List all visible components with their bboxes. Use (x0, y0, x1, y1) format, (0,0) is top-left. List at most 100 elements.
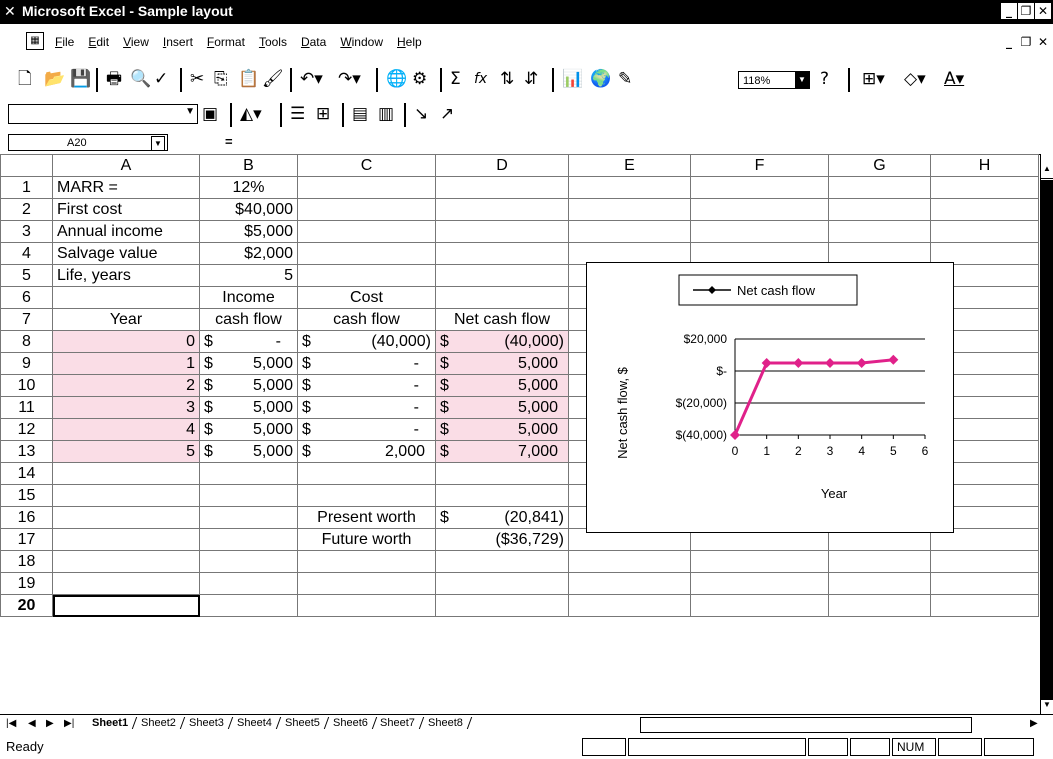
cell[interactable] (828, 198, 931, 221)
chevron-down-icon[interactable]: ▼ (185, 106, 195, 117)
cell[interactable] (930, 220, 1039, 243)
chart-objects-select[interactable]: ▼ (8, 104, 198, 124)
cell[interactable] (690, 594, 829, 617)
cell[interactable] (199, 594, 298, 617)
next-sheet-icon[interactable]: ▶ (46, 718, 54, 729)
chart-wizard-icon[interactable]: 📊 (562, 69, 583, 89)
sheet-tab-sheet5[interactable]: Sheet5 (276, 717, 329, 729)
cell[interactable] (297, 198, 436, 221)
row-header[interactable]: 6 (0, 286, 53, 309)
cell[interactable] (568, 198, 691, 221)
row-header[interactable]: 1 (0, 176, 53, 199)
sheet-tab-sheet6[interactable]: Sheet6 (324, 717, 377, 729)
menu-help[interactable]: Help (397, 35, 422, 49)
cell[interactable] (435, 572, 569, 595)
redo-icon[interactable]: ↷▾ (338, 69, 361, 89)
workbook-minimize-button[interactable]: _ (1001, 34, 1017, 50)
cell[interactable] (297, 242, 436, 265)
edit-formula-button[interactable]: = (225, 134, 233, 149)
copy-icon[interactable]: ⎘ (214, 69, 228, 89)
cell-d9[interactable]: $5,000 (435, 352, 569, 375)
cell[interactable] (199, 528, 298, 551)
cell-c11[interactable]: $ - (297, 396, 436, 419)
row-header[interactable]: 18 (0, 550, 53, 573)
cell[interactable] (690, 220, 829, 243)
cell-b4[interactable]: $2,000 (199, 242, 298, 265)
web-toolbar-icon[interactable]: ⚙ (412, 69, 427, 89)
menu-file[interactable]: File (55, 35, 74, 49)
format-painter-icon[interactable]: 🖌 (262, 69, 284, 89)
cell-d8[interactable]: $ (40,000) (435, 330, 569, 353)
cell[interactable] (690, 176, 829, 199)
column-header-c[interactable]: C (297, 154, 436, 177)
cell-a12[interactable]: 4 (52, 418, 200, 441)
row-header[interactable]: 8 (0, 330, 53, 353)
cell-c16[interactable]: Present worth (297, 506, 436, 529)
format-chart-area-icon[interactable]: ▣ (202, 104, 218, 124)
menu-tools[interactable]: Tools (259, 35, 287, 49)
cell-c6[interactable]: Cost (297, 286, 436, 309)
chevron-down-icon[interactable]: ▼ (151, 136, 165, 151)
cell-d12[interactable]: $5,000 (435, 418, 569, 441)
workbook-icon[interactable]: ▦ (26, 32, 44, 50)
sort-descending-icon[interactable]: ⇵ (524, 69, 538, 89)
data-table-icon[interactable]: ⊞ (316, 104, 330, 124)
restore-button[interactable]: ❐ (1018, 3, 1034, 19)
cell-d1[interactable] (435, 176, 569, 199)
cell[interactable] (435, 220, 569, 243)
prev-sheet-icon[interactable]: ◀ (28, 718, 36, 729)
sheet-tab-sheet1[interactable]: Sheet1 (83, 717, 138, 729)
cell-d16[interactable]: $ (20,841) (435, 506, 569, 529)
cell-b13[interactable]: $5,000 (199, 440, 298, 463)
column-header-d[interactable]: D (435, 154, 569, 177)
cell[interactable] (930, 572, 1039, 595)
map-icon[interactable]: 🌍 (590, 69, 611, 89)
sheet-tab-sheet3[interactable]: Sheet3 (180, 717, 234, 729)
drawing-icon[interactable]: ✎ (618, 69, 632, 89)
cell-b12[interactable]: $5,000 (199, 418, 298, 441)
menu-insert[interactable]: Insert (163, 35, 193, 49)
cell-a10[interactable]: 2 (52, 374, 200, 397)
cell[interactable] (568, 594, 691, 617)
cell[interactable] (828, 220, 931, 243)
cell-a8[interactable]: 0 (52, 330, 200, 353)
cell-c18[interactable] (297, 550, 436, 573)
menu-format[interactable]: Format (207, 35, 245, 49)
cell[interactable] (435, 594, 569, 617)
cell[interactable] (930, 176, 1039, 199)
cell[interactable] (568, 220, 691, 243)
paste-icon[interactable]: 📋 (238, 69, 259, 89)
column-header-f[interactable]: F (690, 154, 829, 177)
cell[interactable] (52, 484, 200, 507)
menu-data[interactable]: Data (301, 35, 326, 49)
by-row-icon[interactable]: ▤ (352, 104, 368, 124)
cell-b1[interactable]: 12% (199, 176, 298, 199)
scroll-thumb[interactable] (1041, 180, 1053, 700)
cell-d17[interactable]: ($36,729) (435, 528, 569, 551)
cell-a3[interactable]: Annual income (52, 220, 200, 243)
cell[interactable] (199, 572, 298, 595)
column-header-a[interactable]: A (52, 154, 200, 177)
last-sheet-icon[interactable]: ▶| (64, 718, 74, 729)
row-header[interactable]: 4 (0, 242, 53, 265)
angle-text-down-icon[interactable]: ↘ (414, 104, 428, 124)
cell-b3[interactable]: $5,000 (199, 220, 298, 243)
cut-icon[interactable]: ✂ (190, 69, 204, 89)
vertical-scrollbar[interactable]: ▲ ▼ (1040, 154, 1053, 714)
cell[interactable] (435, 198, 569, 221)
cell-c17[interactable]: Future worth (297, 528, 436, 551)
cell[interactable] (828, 176, 931, 199)
sheet-tab-sheet7[interactable]: Sheet7 (372, 717, 425, 729)
column-header-g[interactable]: G (828, 154, 931, 177)
cell[interactable] (52, 506, 200, 529)
cell[interactable] (297, 264, 436, 287)
row-header[interactable]: 15 (0, 484, 53, 507)
row-header[interactable]: 2 (0, 198, 53, 221)
cell[interactable] (435, 462, 569, 485)
row-header[interactable]: 14 (0, 462, 53, 485)
cell[interactable] (690, 572, 829, 595)
column-header-h[interactable]: H (930, 154, 1039, 177)
spelling-icon[interactable]: ✓ (154, 69, 168, 89)
zoom-select[interactable]: 118% ▼ (738, 71, 810, 89)
cell[interactable] (199, 550, 298, 573)
